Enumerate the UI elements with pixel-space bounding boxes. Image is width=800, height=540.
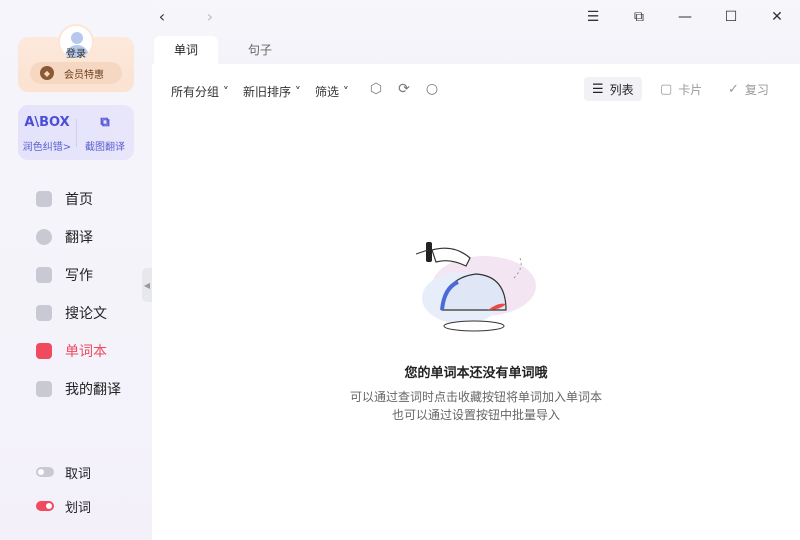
- empty-illustration: [415, 242, 536, 332]
- sidebar-nav: 首页 翻译 写作 搜论文 单词本 我的翻译: [0, 180, 152, 408]
- card-icon: ▢: [660, 81, 673, 97]
- list-icon: ☰: [592, 81, 604, 97]
- refresh-icon[interactable]: ⟳: [396, 81, 412, 97]
- screenshot-translate-button[interactable]: ⧉ 截图翻译: [76, 105, 134, 160]
- menu-icon[interactable]: ☰: [582, 6, 604, 28]
- tools-card: A\BOX 润色纠错> ⧉ 截图翻译: [18, 105, 134, 160]
- abox-icon: A\BOX: [24, 115, 70, 130]
- card-view-button[interactable]: ▢ 卡片: [652, 77, 710, 101]
- home-icon: [36, 191, 52, 207]
- sidebar-item-paper[interactable]: 搜论文: [0, 294, 152, 332]
- mini-window-icon[interactable]: ⧉: [628, 6, 650, 28]
- sidebar-item-label: 单词本: [65, 344, 107, 360]
- main-area: ‹ › ☰ ⧉ — ☐ ✕ 单词 句子 所有分组 ˅ 新旧排序 ˅ 筛选 ˅ ⬡…: [152, 0, 800, 540]
- close-icon[interactable]: ✕: [766, 6, 788, 28]
- select-translate-switch[interactable]: [36, 501, 54, 511]
- title-bar: ‹ › ☰ ⧉ — ☐ ✕: [152, 0, 800, 34]
- filter-label: 筛选: [315, 85, 340, 99]
- sort-dropdown[interactable]: 新旧排序 ˅: [243, 83, 301, 100]
- list-view-button[interactable]: ☰ 列表: [584, 77, 642, 101]
- paper-icon: [36, 305, 52, 321]
- sidebar-item-label: 首页: [65, 192, 93, 208]
- screenshot-translate-label: 截图翻译: [85, 142, 125, 153]
- tab-words[interactable]: 单词: [154, 36, 219, 64]
- write-icon: [36, 267, 52, 283]
- polish-correct-button[interactable]: A\BOX 润色纠错>: [18, 105, 76, 160]
- toggles: 取词 划词: [0, 455, 152, 523]
- sidebar-item-label: 写作: [65, 268, 93, 284]
- list-view-label: 列表: [609, 82, 634, 97]
- back-arrow-icon[interactable]: ‹: [152, 7, 172, 27]
- word-pick-label: 取词: [65, 466, 92, 482]
- sidebar-item-write[interactable]: 写作: [0, 256, 152, 294]
- word-pick-toggle[interactable]: 取词: [0, 455, 152, 489]
- sidebar: 登录 ◆ 会员特惠 A\BOX 润色纠错> ⧉ 截图翻译 首页 翻译 写作 搜论…: [0, 0, 152, 540]
- chevron-down-icon: ˅: [219, 85, 229, 99]
- group-filter-label: 所有分组: [171, 85, 220, 99]
- translate-icon: [36, 229, 52, 245]
- maximize-icon[interactable]: ☐: [720, 6, 742, 28]
- word-pick-switch[interactable]: [36, 467, 54, 477]
- wordbook-content: 您的单词本还没有单词哦 可以通过查词时点击收藏按钮将单词加入单词本 也可以通过设…: [152, 114, 800, 540]
- vip-offer-button[interactable]: ◆ 会员特惠: [30, 62, 122, 84]
- login-label[interactable]: 登录: [56, 45, 96, 60]
- filter-dropdown[interactable]: 筛选 ˅: [315, 83, 349, 100]
- sidebar-item-label: 翻译: [65, 230, 93, 246]
- sidebar-item-label: 我的翻译: [65, 382, 121, 398]
- polish-correct-label: 润色纠错>: [22, 142, 72, 153]
- check-circle-icon: ✓: [728, 81, 739, 97]
- forward-arrow-icon[interactable]: ›: [200, 7, 220, 27]
- sidebar-collapse-handle[interactable]: ◀: [142, 268, 152, 302]
- review-label: 复习: [744, 82, 769, 97]
- empty-state-hint-2: 也可以通过设置按钮中批量导入: [391, 408, 560, 422]
- tab-bar: 单词 句子: [152, 36, 800, 64]
- empty-state-hint-1: 可以通过查词时点击收藏按钮将单词加入单词本: [349, 390, 602, 404]
- settings-hex-icon[interactable]: ⬡: [368, 81, 384, 97]
- tab-sentences[interactable]: 句子: [228, 36, 292, 64]
- review-button[interactable]: ✓ 复习: [720, 77, 777, 101]
- vip-diamond-icon: ◆: [40, 66, 54, 80]
- group-filter-dropdown[interactable]: 所有分组 ˅: [171, 83, 229, 100]
- search-icon[interactable]: ○: [424, 81, 440, 97]
- select-translate-label: 划词: [65, 500, 92, 516]
- sidebar-item-label: 搜论文: [65, 306, 107, 322]
- sort-label: 新旧排序: [243, 85, 292, 99]
- minimize-icon[interactable]: —: [674, 6, 696, 28]
- crop-icon: ⧉: [100, 115, 110, 130]
- avatar-head: [71, 32, 83, 44]
- empty-state-title: 您的单词本还没有单词哦: [404, 366, 548, 381]
- chevron-down-icon: ˅: [339, 85, 349, 99]
- sidebar-item-my-translation[interactable]: 我的翻译: [0, 370, 152, 408]
- wordbook-icon: [36, 343, 52, 359]
- sidebar-item-home[interactable]: 首页: [0, 180, 152, 218]
- my-translation-icon: [36, 381, 52, 397]
- sidebar-item-wordbook[interactable]: 单词本: [0, 332, 152, 370]
- card-view-label: 卡片: [678, 82, 703, 97]
- vip-offer-label: 会员特惠: [64, 69, 104, 81]
- wordbook-toolbar: 所有分组 ˅ 新旧排序 ˅ 筛选 ˅ ⬡ ⟳ ○ ☰ 列表 ▢ 卡片 ✓ 复习: [152, 64, 800, 114]
- chevron-down-icon: ˅: [291, 85, 301, 99]
- select-translate-toggle[interactable]: 划词: [0, 489, 152, 523]
- sidebar-item-translate[interactable]: 翻译: [0, 218, 152, 256]
